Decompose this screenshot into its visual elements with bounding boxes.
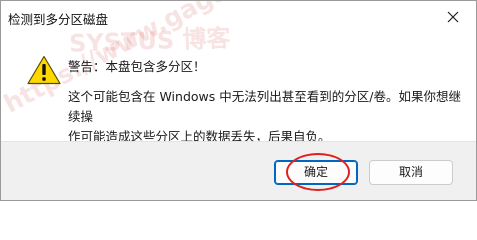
close-icon [447,11,459,23]
window-title: 检测到多分区磁盘 [8,12,109,27]
dialog-window: 检测到多分区磁盘 SYSTUS 博客 https://www.gagas.com… [0,0,477,201]
warning-triangle-icon [27,55,61,85]
warning-heading: 警告：本盘包含多分区！ [68,59,206,74]
ok-button[interactable]: 确定 [274,160,358,185]
warning-message: 这个可能包含在 Windows 中无法列出甚至看到的分区/卷。如果你想继续操 作… [68,87,463,147]
cancel-button[interactable]: 取消 [369,160,453,185]
dialog-footer: 确定 取消 [1,141,476,200]
message-line: 这个可能包含在 Windows 中无法列出甚至看到的分区/卷。如果你想继续操 [68,89,461,124]
close-button[interactable] [430,1,476,33]
title-bar[interactable]: 检测到多分区磁盘 [1,1,476,33]
